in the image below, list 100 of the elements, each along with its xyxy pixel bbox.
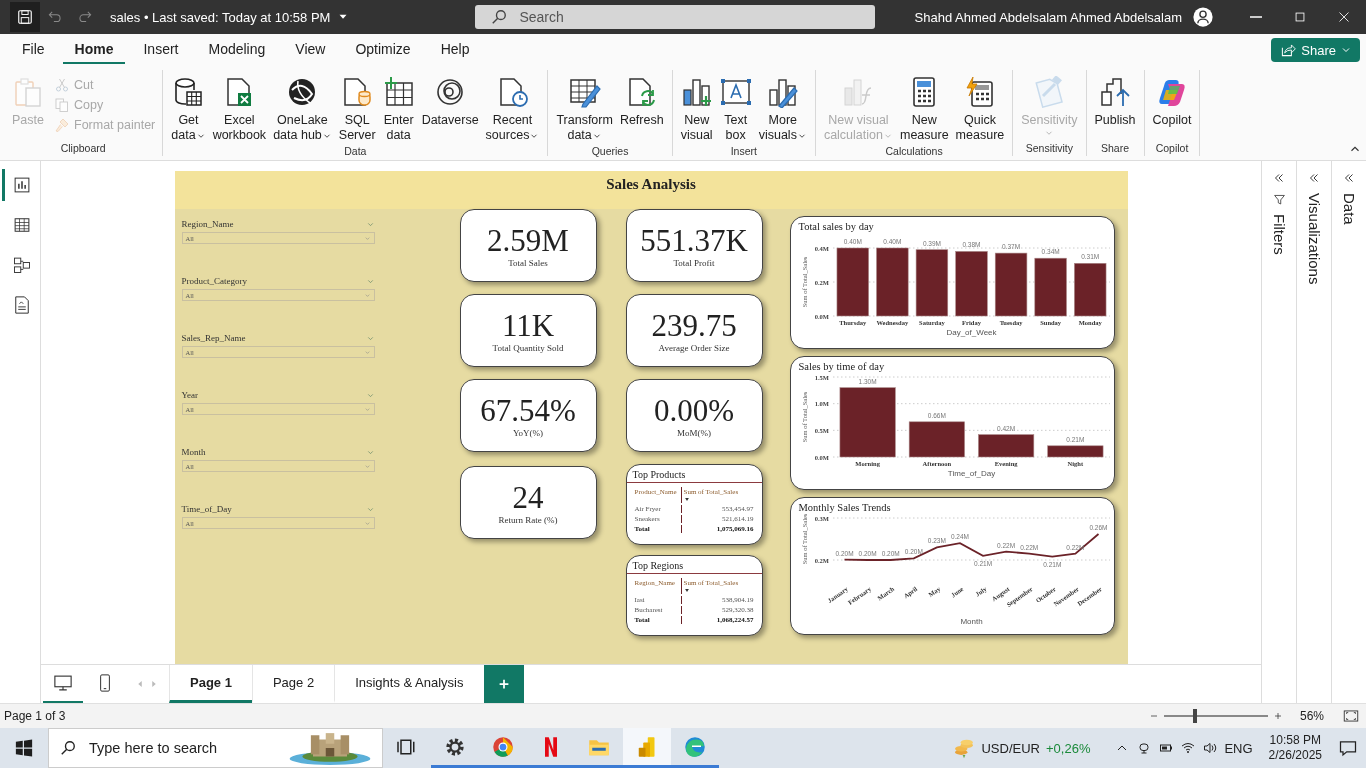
zoom-percent: 56% (1299, 709, 1324, 723)
swirl-browser-icon (683, 734, 707, 759)
group-label: Share (1101, 142, 1130, 154)
bar (1073, 263, 1106, 317)
scissors-icon (54, 77, 70, 93)
tag-icon (1033, 76, 1066, 108)
avatar-icon (1192, 6, 1214, 28)
expand-pane-button[interactable] (1307, 171, 1321, 185)
ribbon-button[interactable]: Copilot (1149, 74, 1195, 130)
kpi-label: Return Rate (%) (498, 514, 558, 525)
fit-page-button[interactable] (1342, 707, 1360, 725)
pane-title[interactable]: Data (1340, 193, 1358, 225)
group-label: Calculations (885, 145, 943, 157)
notifications-button[interactable] (1338, 738, 1358, 758)
window-title: sales • Last saved: Today at 10:58 PM (110, 9, 331, 25)
group-label: Sensitivity (1025, 142, 1073, 154)
monitor-icon (53, 673, 73, 693)
minimize-icon (1250, 16, 1262, 18)
menu-tab[interactable]: View (283, 36, 338, 64)
table-plus-icon (382, 76, 415, 108)
volume-icon (1202, 740, 1219, 756)
bar (954, 251, 988, 317)
search-field[interactable]: Search (475, 5, 876, 29)
bar-chart-plus-icon (680, 76, 713, 108)
ribbon-button[interactable]: OneLake data hub (270, 74, 335, 145)
fit-to-page-icon (1342, 707, 1360, 725)
clock-date: 2/26/2025 (1268, 748, 1322, 763)
save-button[interactable] (10, 2, 40, 32)
ribbon-button[interactable]: More visuals (755, 74, 810, 145)
user-name: Shahd Ahmed Abdelsalam Ahmed Abdelsalam (914, 9, 1182, 25)
kpi-value: 0.00% (653, 393, 735, 428)
slicer-label: Product_Category (181, 276, 247, 286)
ribbon-button[interactable]: Excel workbook (209, 74, 270, 145)
database-table-icon (172, 76, 205, 108)
expand-pane-button[interactable] (1342, 171, 1356, 185)
pane-title[interactable]: Filters (1270, 214, 1288, 255)
ribbon-button[interactable]: New measure (896, 74, 952, 145)
x-axis-title: Month (959, 617, 983, 626)
group-label: Queries (591, 145, 629, 157)
menu-tab[interactable]: Modeling (196, 36, 278, 64)
bar (1046, 445, 1103, 458)
table-pencil-icon (568, 76, 601, 108)
clipboard-icon (12, 76, 44, 108)
double-chevron-icon (1307, 171, 1321, 185)
paintbrush-icon (54, 117, 70, 133)
ribbon-button[interactable]: Refresh (616, 74, 667, 130)
ribbon-button[interactable]: Get data (168, 74, 209, 145)
slicer-label: Time_of_Day (181, 504, 232, 514)
clock-time: 10:58 PM (1269, 733, 1321, 748)
kpi-value: 239.75 (651, 308, 737, 343)
bar (915, 249, 948, 317)
publish-icon (1099, 76, 1132, 108)
report-title: Sales Analysis (606, 175, 696, 193)
ribbon-button[interactable]: Enter data (379, 74, 418, 145)
ribbon-button[interactable]: Transform data (553, 74, 616, 145)
menu-tab[interactable]: File (10, 36, 57, 64)
calculator-lightning-icon (963, 76, 996, 108)
kpi-label: Average Order Size (658, 342, 730, 353)
kpi-label: YoY(%) (512, 427, 544, 438)
ribbon-button[interactable]: Text box (716, 74, 755, 145)
kpi-label: Total Profit (673, 257, 715, 268)
ribbon-button[interactable]: Quick measure (952, 74, 1008, 145)
ribbon-button[interactable]: Publish (1091, 74, 1139, 130)
ribbon-button[interactable]: Dataverse (418, 74, 482, 130)
kpi-label: MoM(%) (677, 427, 711, 438)
browser-logo-icon (491, 734, 515, 759)
share-button[interactable]: Share (1271, 38, 1360, 62)
ribbon-button[interactable]: SQL Server (335, 74, 379, 145)
bar (875, 247, 908, 317)
chart-title: Total sales by day (798, 221, 875, 232)
menu-tab[interactable]: Home (62, 36, 126, 64)
slicer-label: Region_Name (181, 219, 234, 229)
currency-change: +0,26% (1046, 740, 1091, 756)
search-icon (58, 738, 78, 758)
bar (1034, 257, 1067, 317)
chart-title: Sales by time of day (798, 361, 886, 372)
bar (908, 421, 965, 458)
bar (977, 434, 1034, 458)
add-page-button[interactable] (483, 665, 524, 703)
language-indicator[interactable]: ENG (1224, 740, 1253, 756)
chart-title: Monthly Sales Trends (798, 502, 892, 513)
ribbon-button[interactable]: New visual (677, 74, 716, 145)
expand-pane-button[interactable] (1272, 171, 1286, 185)
slider-thumb[interactable] (1193, 709, 1198, 723)
kpi-value: 11K (501, 308, 555, 343)
menu-tab[interactable]: Optimize (343, 36, 423, 64)
ribbon-button[interactable]: Recent sources (482, 74, 543, 145)
bar (839, 387, 896, 458)
group-label: Data (344, 145, 367, 157)
share-icon (1279, 41, 1298, 59)
pane-title[interactable]: Visualizations (1305, 193, 1323, 285)
slicer-label: Month (181, 447, 206, 457)
coins-icon (953, 737, 976, 759)
account-button[interactable] (1192, 6, 1214, 28)
bar (836, 247, 869, 317)
menu-tab[interactable]: Help (428, 36, 482, 64)
group-label: Copilot (1155, 142, 1189, 154)
menu-tab[interactable]: Insert (131, 36, 191, 64)
save-icon (15, 7, 35, 27)
kpi-label: Total Quantity Sold (492, 342, 564, 353)
